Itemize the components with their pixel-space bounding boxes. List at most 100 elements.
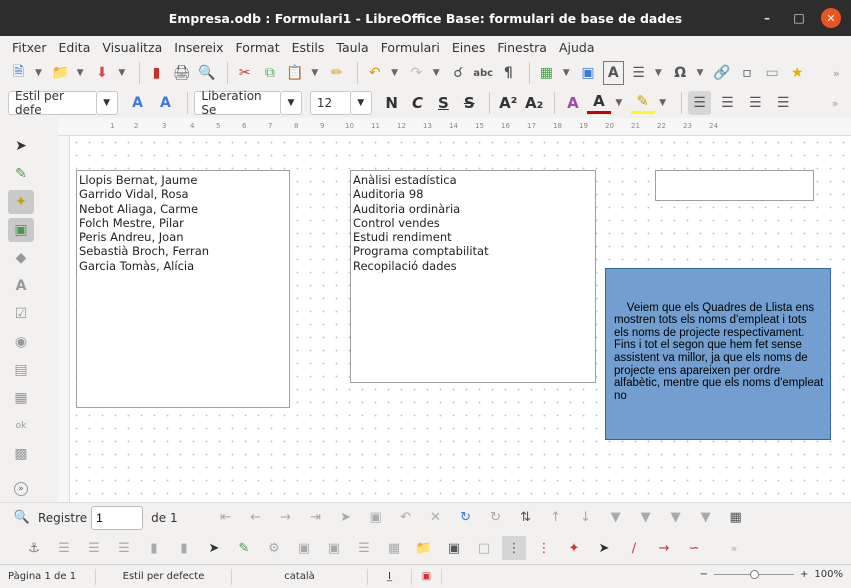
refresh-icon[interactable]: ↻ bbox=[454, 506, 478, 530]
refresh-control-icon[interactable]: ↻ bbox=[484, 506, 508, 530]
reset-filter-icon[interactable]: ▼ bbox=[694, 506, 718, 530]
font-size-dropdown-icon[interactable]: ▼ bbox=[349, 91, 372, 115]
formatting-marks-icon[interactable]: ¶ bbox=[498, 61, 519, 85]
italic-icon[interactable]: C bbox=[406, 94, 430, 112]
menu-visualitza[interactable]: Visualitza bbox=[96, 40, 168, 55]
zoom-in-icon[interactable]: + bbox=[800, 569, 808, 580]
search-icon[interactable]: 🔍 bbox=[10, 506, 34, 530]
strikethrough-icon[interactable]: S bbox=[457, 94, 481, 112]
align-center-icon[interactable]: ☰ bbox=[715, 91, 739, 115]
underline-icon[interactable]: S bbox=[431, 94, 455, 112]
previous-record-icon[interactable]: ← bbox=[244, 506, 268, 530]
activation-order-icon[interactable]: ▦ bbox=[382, 536, 406, 560]
cut-icon[interactable]: ✂ bbox=[234, 61, 255, 85]
save-dropdown-icon[interactable]: ▼ bbox=[117, 61, 128, 85]
data-source-icon[interactable]: ▦ bbox=[724, 506, 748, 530]
list-item[interactable]: Llopis Bernat, Jaume bbox=[79, 173, 287, 187]
list-item[interactable]: Garcia Tomàs, Alícia bbox=[79, 259, 287, 273]
spelling-icon[interactable]: abc bbox=[473, 61, 494, 85]
font-color-dropdown-icon[interactable]: ▼ bbox=[613, 91, 625, 115]
language[interactable]: català bbox=[232, 568, 368, 585]
menu-insereix[interactable]: Insereix bbox=[168, 40, 229, 55]
menu-edita[interactable]: Edita bbox=[53, 40, 97, 55]
highlighting-dropdown-icon[interactable]: ▼ bbox=[657, 91, 669, 115]
page-style[interactable]: Estil per defecte bbox=[96, 568, 232, 585]
form-navigator-icon[interactable]: ▣ bbox=[322, 536, 346, 560]
list-item[interactable]: Programa comptabilitat bbox=[353, 244, 593, 258]
font-name-select[interactable]: Liberation Se bbox=[194, 89, 280, 117]
redo-icon[interactable]: ↷ bbox=[406, 61, 427, 85]
menu-eines[interactable]: Eines bbox=[446, 40, 492, 55]
image-button-icon[interactable]: ▩ bbox=[8, 442, 34, 466]
form-properties-icon[interactable]: ▣ bbox=[292, 536, 316, 560]
text-box-icon[interactable]: A bbox=[602, 61, 624, 85]
document-modified[interactable]: ▣ bbox=[412, 568, 442, 585]
table-icon[interactable]: ▦ bbox=[536, 61, 557, 85]
toolbar-overflow-icon[interactable]: » bbox=[14, 482, 28, 496]
menu-finestra[interactable]: Finestra bbox=[491, 40, 553, 55]
label-icon[interactable]: ◆ bbox=[8, 246, 34, 270]
arrow-line-icon[interactable]: → bbox=[652, 536, 676, 560]
update-style-icon[interactable]: A bbox=[126, 91, 150, 115]
paragraph-style-select[interactable]: Estil per defe bbox=[8, 89, 96, 117]
zoom-out-icon[interactable]: − bbox=[700, 569, 708, 580]
list-item[interactable]: Anàlisi estadística bbox=[353, 173, 593, 187]
select-icon[interactable]: ➤ bbox=[202, 536, 226, 560]
menu-fitxer[interactable]: Fitxer bbox=[6, 40, 53, 55]
comment-icon[interactable]: ▭ bbox=[762, 61, 783, 85]
font-name-dropdown-icon[interactable]: ▼ bbox=[280, 91, 302, 115]
arrange-icon[interactable]: ☰ bbox=[112, 536, 136, 560]
project-list-box[interactable]: Anàlisi estadística Auditoria 98 Auditor… bbox=[350, 170, 596, 383]
zoom-slider-knob[interactable] bbox=[750, 570, 760, 579]
toolbar-overflow-icon[interactable]: » bbox=[826, 61, 847, 85]
list-item[interactable]: Estudi rendiment bbox=[353, 230, 593, 244]
font-size-select[interactable]: 12 bbox=[309, 91, 350, 115]
control-properties-icon[interactable]: ⚙ bbox=[262, 536, 286, 560]
option-button-icon[interactable]: ◉ bbox=[8, 330, 34, 354]
clone-formatting-icon[interactable]: ✏ bbox=[326, 61, 347, 85]
list-item[interactable]: Peris Andreu, Joan bbox=[79, 230, 287, 244]
send-backward-icon[interactable]: ▮ bbox=[172, 536, 196, 560]
highlighting-color-icon[interactable]: ✎ bbox=[630, 92, 655, 114]
close-button[interactable]: ✕ bbox=[821, 8, 841, 28]
subscript-icon[interactable]: A₂ bbox=[522, 94, 546, 112]
undo-icon[interactable]: ↶ bbox=[364, 61, 385, 85]
last-record-icon[interactable]: ⇥ bbox=[304, 506, 328, 530]
line-icon[interactable]: ∕ bbox=[622, 536, 646, 560]
toolbar-overflow-icon[interactable]: » bbox=[722, 536, 746, 560]
bullets-dropdown-icon[interactable]: ▼ bbox=[653, 61, 664, 85]
new-record-icon[interactable]: ➤ bbox=[334, 506, 358, 530]
menu-estils[interactable]: Estils bbox=[286, 40, 331, 55]
helplines-icon[interactable]: ✦ bbox=[562, 536, 586, 560]
bold-icon[interactable]: N bbox=[380, 94, 404, 112]
comment-note-box[interactable]: Veiem que els Quadres de Llista ens most… bbox=[605, 268, 831, 440]
curve-icon[interactable]: ∽ bbox=[682, 536, 706, 560]
list-item[interactable]: Recopilació dades bbox=[353, 259, 593, 273]
list-item[interactable]: Auditoria ordinària bbox=[353, 202, 593, 216]
minimize-button[interactable]: – bbox=[757, 8, 777, 28]
bring-forward-icon[interactable]: ▮ bbox=[142, 536, 166, 560]
sort-descending-icon[interactable]: ↓ bbox=[574, 506, 598, 530]
form-navigator-icon[interactable]: ▣ bbox=[8, 218, 34, 242]
star-icon[interactable]: ★ bbox=[787, 61, 808, 85]
list-item[interactable]: Sebastià Broch, Ferran bbox=[79, 244, 287, 258]
add-field-icon[interactable]: ☰ bbox=[352, 536, 376, 560]
footnote-icon[interactable]: ▫ bbox=[736, 61, 757, 85]
insert-mode[interactable]: I̲ bbox=[368, 568, 412, 585]
bullets-icon[interactable]: ☰ bbox=[628, 61, 649, 85]
menu-formulari[interactable]: Formulari bbox=[375, 40, 446, 55]
distribute-icon[interactable]: ☰ bbox=[82, 536, 106, 560]
toolbar-overflow-icon[interactable]: » bbox=[823, 91, 847, 115]
paragraph-style-dropdown-icon[interactable]: ▼ bbox=[95, 91, 118, 115]
new-document-icon[interactable]: 🗎 bbox=[8, 61, 29, 85]
hyperlink-icon[interactable]: 🔗 bbox=[711, 61, 732, 85]
horizontal-ruler[interactable]: 1 2 3 4 5 6 7 8 9 10 11 12 13 14 15 16 1… bbox=[58, 118, 851, 136]
first-record-icon[interactable]: ⇤ bbox=[214, 506, 238, 530]
superscript-icon[interactable]: A² bbox=[496, 94, 520, 112]
combo-box-icon[interactable]: ▦ bbox=[8, 386, 34, 410]
menu-format[interactable]: Format bbox=[230, 40, 286, 55]
apply-filter-icon[interactable]: ▼ bbox=[634, 506, 658, 530]
sort-ascending-icon[interactable]: ↑ bbox=[544, 506, 568, 530]
save-icon[interactable]: ⬇ bbox=[91, 61, 112, 85]
special-character-icon[interactable]: Ω bbox=[670, 61, 691, 85]
